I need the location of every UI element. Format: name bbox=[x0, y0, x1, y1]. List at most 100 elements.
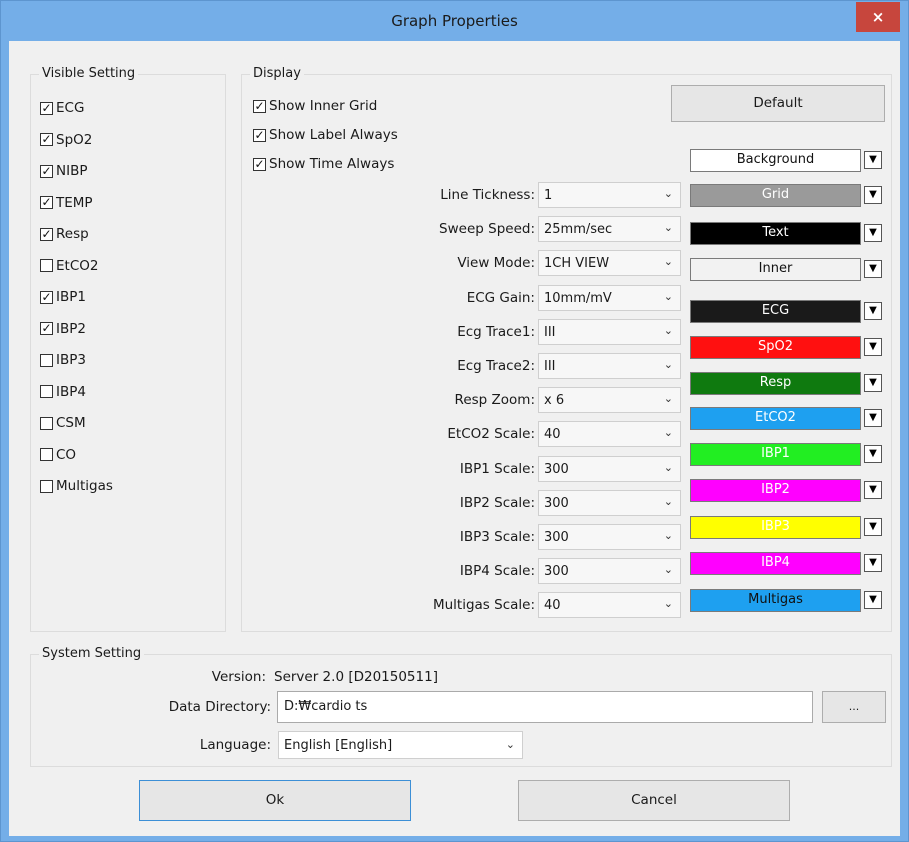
checkbox[interactable] bbox=[40, 259, 53, 272]
ok-button[interactable]: Ok bbox=[139, 780, 411, 821]
field-select[interactable]: 1CH VIEW ⌄ bbox=[538, 250, 681, 277]
display-option[interactable]: ✓ Show Label Always bbox=[253, 126, 398, 144]
dropdown-arrow-icon[interactable]: ▼ bbox=[864, 338, 882, 356]
checkbox[interactable]: ✓ bbox=[253, 157, 266, 171]
field-select[interactable]: 40 ⌄ bbox=[538, 421, 681, 448]
visible-setting-item[interactable]: IBP3 bbox=[40, 351, 86, 369]
dialog-body: Visible Setting ✓ ECG ✓ SpO2 ✓ NIBP ✓ TEMP ✓ Resp… bbox=[9, 41, 900, 836]
color-swatch-ibp3[interactable]: IBP3 bbox=[690, 516, 861, 539]
checkbox[interactable]: ✓ bbox=[253, 99, 266, 113]
color-swatch-label: Inner bbox=[758, 261, 793, 276]
checkbox[interactable]: ✓ bbox=[40, 133, 53, 146]
visible-setting-item[interactable]: CO bbox=[40, 446, 76, 464]
color-swatch-ibp4[interactable]: IBP4 bbox=[690, 552, 861, 575]
title-bar[interactable]: Graph Properties × bbox=[1, 1, 908, 41]
checkbox-label: IBP4 bbox=[56, 383, 86, 400]
dropdown-arrow-icon[interactable]: ▼ bbox=[864, 151, 882, 169]
checkbox[interactable]: ✓ bbox=[40, 164, 53, 178]
color-swatch-grid[interactable]: Grid bbox=[690, 184, 861, 207]
language-label: Language: bbox=[199, 737, 271, 753]
field-select[interactable]: 300 ⌄ bbox=[538, 489, 681, 516]
dropdown-arrow-icon[interactable]: ▼ bbox=[864, 224, 882, 242]
color-swatch-multigas[interactable]: Multigas bbox=[690, 589, 861, 612]
color-swatch-spo2[interactable]: SpO2 bbox=[690, 336, 861, 359]
field-label: Line Tickness: bbox=[440, 187, 535, 203]
visible-setting-item[interactable]: Multigas bbox=[40, 477, 113, 495]
color-swatch-label: Text bbox=[762, 225, 789, 240]
field-select[interactable]: III ⌄ bbox=[538, 318, 681, 345]
default-button[interactable]: Default bbox=[671, 85, 885, 122]
field-select[interactable]: 25mm/sec ⌄ bbox=[538, 216, 681, 243]
close-button[interactable]: × bbox=[856, 2, 900, 32]
checkbox[interactable]: ✓ bbox=[40, 196, 53, 209]
checkbox[interactable]: ✓ bbox=[40, 322, 53, 335]
language-select[interactable]: English [English] ⌄ bbox=[278, 731, 523, 759]
visible-setting-item[interactable]: ✓ IBP1 bbox=[40, 288, 86, 306]
dropdown-arrow-icon[interactable]: ▼ bbox=[864, 591, 882, 609]
color-swatch-label: IBP4 bbox=[761, 555, 790, 570]
data-directory-input[interactable]: D:₩cardio ts bbox=[277, 691, 813, 723]
dropdown-arrow-icon[interactable]: ▼ bbox=[864, 554, 882, 572]
chevron-down-icon: ⌄ bbox=[663, 597, 673, 611]
checkbox-label: ECG bbox=[56, 100, 85, 116]
chevron-down-icon: ⌄ bbox=[663, 187, 673, 200]
visible-setting-item[interactable]: ✓ IBP2 bbox=[40, 320, 86, 338]
dropdown-arrow-icon[interactable]: ▼ bbox=[864, 409, 882, 427]
dropdown-arrow-icon[interactable]: ▼ bbox=[864, 518, 882, 536]
visible-setting-item[interactable]: ✓ NIBP bbox=[40, 162, 87, 180]
field-select[interactable]: 10mm/mV ⌄ bbox=[538, 284, 681, 311]
field-select[interactable]: 300 ⌄ bbox=[538, 558, 681, 585]
color-swatch-background[interactable]: Background bbox=[690, 149, 861, 172]
field-value: 40 bbox=[544, 598, 561, 614]
visible-setting-item[interactable]: ✓ ECG bbox=[40, 99, 84, 117]
checkbox-label: CO bbox=[56, 446, 77, 463]
dropdown-arrow-icon[interactable]: ▼ bbox=[864, 186, 882, 204]
language-value: English [English] bbox=[284, 738, 393, 753]
checkbox[interactable] bbox=[40, 416, 53, 430]
color-swatch-inner[interactable]: Inner bbox=[690, 258, 861, 281]
dropdown-arrow-icon[interactable]: ▼ bbox=[864, 260, 882, 278]
visible-setting-item[interactable]: ✓ TEMP bbox=[40, 194, 93, 212]
checkbox[interactable] bbox=[40, 448, 53, 461]
color-swatch-text[interactable]: Text bbox=[690, 222, 861, 245]
checkbox[interactable]: ✓ bbox=[253, 128, 266, 142]
field-select[interactable]: 300 ⌄ bbox=[538, 524, 681, 550]
field-select[interactable]: 40 ⌄ bbox=[538, 592, 681, 619]
cancel-button[interactable]: Cancel bbox=[518, 780, 790, 821]
dropdown-arrow-icon[interactable]: ▼ bbox=[864, 481, 882, 499]
field-select[interactable]: III ⌄ bbox=[538, 353, 681, 379]
checkbox[interactable] bbox=[40, 353, 53, 367]
color-swatch-ibp2[interactable]: IBP2 bbox=[690, 479, 861, 502]
checkbox[interactable]: ✓ bbox=[40, 227, 53, 241]
color-swatch-etco2[interactable]: EtCO2 bbox=[690, 407, 861, 430]
visible-setting-item[interactable]: IBP4 bbox=[40, 383, 86, 401]
field-select[interactable]: x 6 ⌄ bbox=[538, 387, 681, 414]
color-swatch-ibp1[interactable]: IBP1 bbox=[690, 443, 861, 466]
display-option[interactable]: ✓ Show Inner Grid bbox=[253, 97, 377, 115]
checkbox-label: IBP2 bbox=[56, 320, 86, 337]
checkbox[interactable] bbox=[40, 385, 53, 398]
color-swatch-label: Grid bbox=[761, 187, 790, 202]
field-value: 1 bbox=[544, 188, 553, 203]
checkbox-label: Show Label Always bbox=[269, 127, 398, 143]
checkbox[interactable]: ✓ bbox=[40, 290, 53, 304]
visible-setting-item[interactable]: ✓ Resp bbox=[40, 225, 89, 243]
color-swatch-resp[interactable]: Resp bbox=[690, 372, 861, 395]
data-directory-label: Data Directory: bbox=[168, 699, 271, 715]
checkbox[interactable]: ✓ bbox=[40, 101, 53, 115]
dropdown-arrow-icon[interactable]: ▼ bbox=[864, 302, 882, 320]
color-swatch-ecg[interactable]: ECG bbox=[690, 300, 861, 323]
color-swatch-label: Background bbox=[736, 152, 815, 167]
chevron-down-icon: ⌄ bbox=[663, 563, 673, 577]
field-select[interactable]: 1 ⌄ bbox=[538, 182, 681, 208]
checkbox[interactable] bbox=[40, 479, 53, 493]
visible-setting-item[interactable]: EtCO2 bbox=[40, 257, 98, 275]
display-legend: Display bbox=[250, 66, 304, 81]
visible-setting-item[interactable]: CSM bbox=[40, 414, 86, 432]
visible-setting-item[interactable]: ✓ SpO2 bbox=[40, 131, 92, 149]
dropdown-arrow-icon[interactable]: ▼ bbox=[864, 374, 882, 392]
field-select[interactable]: 300 ⌄ bbox=[538, 455, 681, 482]
browse-button[interactable]: ... bbox=[822, 691, 886, 723]
dropdown-arrow-icon[interactable]: ▼ bbox=[864, 445, 882, 463]
display-option[interactable]: ✓ Show Time Always bbox=[253, 155, 394, 173]
